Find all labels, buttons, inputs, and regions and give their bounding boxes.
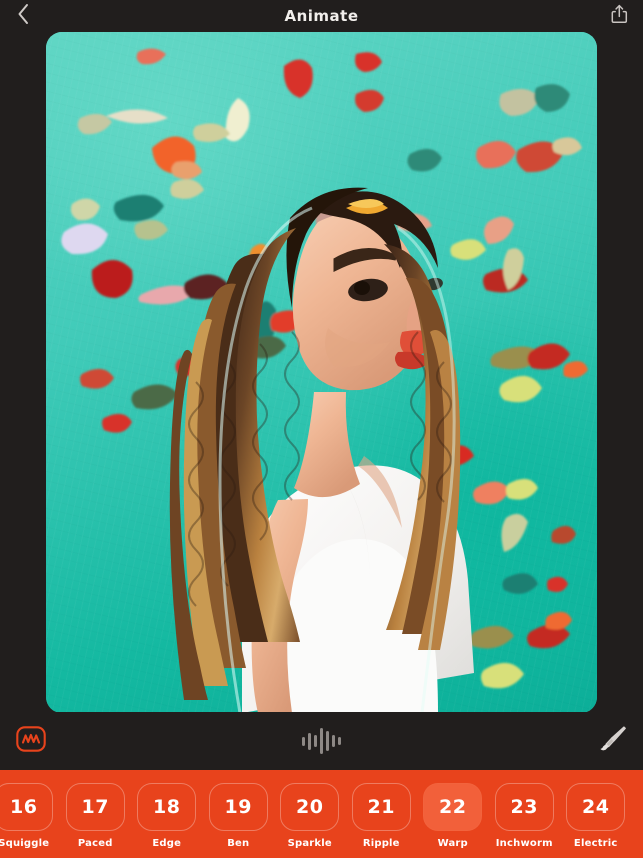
style-preset-electric[interactable]: 24 Electric xyxy=(560,783,632,849)
style-preset-inchworm[interactable]: 23 Inchworm xyxy=(489,783,561,849)
tool-bar xyxy=(0,712,643,770)
style-label: Inchworm xyxy=(495,838,553,849)
waveform-bar xyxy=(326,731,329,751)
style-preset-sparkle[interactable]: 20 Sparkle xyxy=(274,783,346,849)
waveform-bar xyxy=(314,735,317,747)
style-label: Electric xyxy=(573,838,618,849)
waveform-bar xyxy=(308,732,311,750)
style-number[interactable]: 20 xyxy=(280,783,340,831)
style-preset-warp[interactable]: 22 Warp xyxy=(417,783,489,849)
style-number[interactable]: 18 xyxy=(137,783,197,831)
artwork-illustration xyxy=(61,48,588,713)
style-number[interactable]: 24 xyxy=(566,783,626,831)
waveform-bar xyxy=(332,735,335,747)
style-label: Paced xyxy=(77,838,113,849)
brush-tool-button[interactable] xyxy=(597,724,627,758)
style-preset-ripple[interactable]: 21 Ripple xyxy=(346,783,418,849)
artwork-image[interactable] xyxy=(46,32,597,713)
style-preset-edge[interactable]: 18 Edge xyxy=(131,783,203,849)
style-number[interactable]: 21 xyxy=(351,783,411,831)
style-number[interactable]: 22 xyxy=(423,783,483,831)
animate-screen: Animate 16 Squiggle 17 Paced 18 Edge 19 … xyxy=(0,0,643,858)
style-label: Edge xyxy=(152,838,182,849)
style-presets-strip[interactable]: 16 Squiggle 17 Paced 18 Edge 19 Ben 20 S… xyxy=(0,770,643,858)
paintbrush-icon xyxy=(597,724,627,758)
waveform-icon xyxy=(302,726,341,756)
share-button[interactable] xyxy=(603,0,635,32)
style-preset-ben[interactable]: 19 Ben xyxy=(203,783,275,849)
style-number[interactable]: 19 xyxy=(208,783,268,831)
style-label: Warp xyxy=(437,838,468,849)
header-bar: Animate xyxy=(0,0,643,32)
share-icon xyxy=(611,4,628,28)
style-preset-squiggle[interactable]: 16 Squiggle xyxy=(0,783,60,849)
style-preset-paced[interactable]: 17 Paced xyxy=(60,783,132,849)
style-label: Squiggle xyxy=(0,838,50,849)
waveform-button[interactable] xyxy=(302,726,341,756)
waveform-bar xyxy=(338,737,341,745)
canvas-area xyxy=(0,32,643,713)
waveform-bar xyxy=(302,736,305,746)
style-label: Ben xyxy=(227,838,250,849)
style-number[interactable]: 16 xyxy=(0,783,54,831)
waveform-bar xyxy=(320,728,323,754)
style-label: Sparkle xyxy=(287,838,332,849)
style-number[interactable]: 17 xyxy=(65,783,125,831)
style-number[interactable]: 23 xyxy=(494,783,554,831)
audio-tool-container xyxy=(0,726,643,756)
style-label: Ripple xyxy=(362,838,400,849)
page-title: Animate xyxy=(284,7,359,25)
